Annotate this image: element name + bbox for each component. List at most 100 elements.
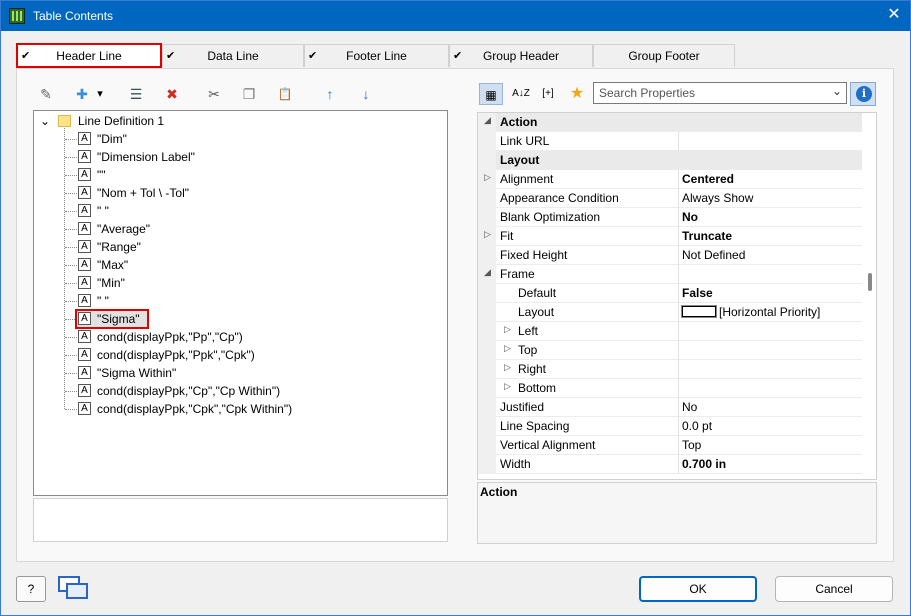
- text-field-icon: A: [78, 366, 91, 379]
- property-row[interactable]: Fixed Height Not Defined: [478, 246, 862, 265]
- text-field-icon: A: [78, 168, 91, 181]
- expand-arrow-icon[interactable]: ▷: [504, 324, 511, 335]
- property-row[interactable]: ▷ Fit Truncate: [478, 227, 862, 246]
- windows-icon[interactable]: [56, 574, 90, 602]
- tree-item[interactable]: "Max": [97, 256, 128, 274]
- tree-expander-icon[interactable]: ⌄: [40, 112, 50, 130]
- tab-data-line[interactable]: ✔ Data Line: [162, 44, 304, 67]
- wand-icon[interactable]: ✎: [36, 84, 56, 104]
- tab-footer-line[interactable]: ✔ Footer Line: [304, 44, 449, 67]
- property-row[interactable]: Line Spacing 0.0 pt: [478, 417, 862, 436]
- tab-header-line[interactable]: ✔ Header Line: [16, 43, 162, 68]
- property-category[interactable]: Layout: [478, 151, 862, 170]
- property-row[interactable]: ▷ Right: [478, 360, 862, 379]
- row-gutter: [478, 284, 496, 303]
- collapse-arrow-icon[interactable]: ◢: [484, 115, 491, 126]
- tree-item[interactable]: cond(displayPpk,"Pp","Cp"): [97, 328, 243, 346]
- tab-group-footer[interactable]: Group Footer: [593, 44, 735, 67]
- tree-item[interactable]: "Sigma": [97, 310, 140, 328]
- expand-arrow-icon[interactable]: ▷: [504, 381, 511, 392]
- property-value[interactable]: 0.0 pt: [682, 419, 712, 433]
- property-value[interactable]: Always Show: [682, 191, 753, 205]
- tree-item[interactable]: "Average": [97, 220, 150, 238]
- property-scrollbar-thumb[interactable]: [868, 273, 872, 291]
- property-row[interactable]: ▷ Alignment Centered: [478, 170, 862, 189]
- copy-icon[interactable]: ❐: [239, 84, 259, 104]
- property-value[interactable]: Centered: [682, 172, 734, 186]
- sort-alpha-icon[interactable]: A↓Z: [509, 83, 533, 105]
- text-field-icon: A: [78, 150, 91, 163]
- cancel-button[interactable]: Cancel: [775, 576, 893, 602]
- property-row[interactable]: Default False: [478, 284, 862, 303]
- text-field-icon: A: [78, 348, 91, 361]
- line-tree[interactable]: ⌄ Line Definition 1 A "Dim" A "Dimension La…: [33, 110, 448, 496]
- tree-item[interactable]: "Dim": [97, 130, 127, 148]
- property-row[interactable]: Layout [Horizontal Priority]: [478, 303, 862, 322]
- favorite-star-icon[interactable]: ★: [565, 83, 589, 105]
- expand-arrow-icon[interactable]: ▷: [484, 172, 491, 183]
- close-icon[interactable]: ✕: [884, 5, 904, 25]
- tree-item[interactable]: cond(displayPpk,"Ppk","Cpk"): [97, 346, 255, 364]
- property-value[interactable]: [Horizontal Priority]: [681, 305, 820, 319]
- column-separator: [678, 322, 679, 341]
- expand-arrow-icon[interactable]: ▷: [504, 362, 511, 373]
- property-value[interactable]: Top: [682, 438, 701, 452]
- property-value[interactable]: Truncate: [682, 229, 732, 243]
- property-row[interactable]: Width 0.700 in: [478, 455, 862, 474]
- dropdown-arrow-icon[interactable]: ▾: [94, 84, 106, 104]
- tree-item[interactable]: "": [97, 166, 106, 184]
- chevron-down-icon[interactable]: ⌄: [832, 84, 842, 98]
- categorized-view-icon[interactable]: ▦: [479, 83, 503, 105]
- row-gutter: [478, 132, 496, 151]
- property-value[interactable]: False: [682, 286, 713, 300]
- property-row[interactable]: ▷ Left: [478, 322, 862, 341]
- tree-item[interactable]: "Dimension Label": [97, 148, 195, 166]
- property-row[interactable]: Justified No: [478, 398, 862, 417]
- delete-icon[interactable]: ✖: [162, 84, 182, 104]
- property-value[interactable]: Not Defined: [682, 248, 745, 262]
- move-up-icon[interactable]: ↑: [320, 84, 340, 104]
- property-row[interactable]: ▷ Top: [478, 341, 862, 360]
- expand-all-icon[interactable]: [+]: [536, 83, 560, 105]
- tree-item[interactable]: cond(displayPpk,"Cp","Cp Within"): [97, 382, 280, 400]
- property-value[interactable]: No: [682, 400, 697, 414]
- text-field-icon: A: [78, 186, 91, 199]
- collapse-arrow-icon[interactable]: ◢: [484, 267, 491, 278]
- property-name: Layout: [500, 153, 540, 167]
- tree-item[interactable]: "Range": [97, 238, 141, 256]
- cut-icon[interactable]: ✂: [204, 84, 224, 104]
- property-row[interactable]: ▷ Bottom: [478, 379, 862, 398]
- tree-root-label[interactable]: Line Definition 1: [78, 112, 164, 130]
- tree-item[interactable]: "Min": [97, 274, 125, 292]
- help-button[interactable]: ?: [16, 576, 46, 602]
- new-item-icon[interactable]: ✚: [72, 84, 92, 104]
- info-icon: i: [856, 86, 872, 102]
- search-properties-combo[interactable]: Search Properties ⌄: [593, 82, 847, 104]
- info-button[interactable]: i: [850, 82, 876, 106]
- tree-item[interactable]: "Nom + Tol \ -Tol": [97, 184, 189, 202]
- property-value[interactable]: No: [682, 210, 698, 224]
- property-value[interactable]: 0.700 in: [682, 457, 726, 471]
- move-down-icon[interactable]: ↓: [356, 84, 376, 104]
- paste-icon[interactable]: 📋: [275, 84, 295, 104]
- property-row[interactable]: Appearance Condition Always Show: [478, 189, 862, 208]
- row-gutter: [478, 341, 496, 360]
- property-category[interactable]: ◢ Action: [478, 113, 862, 132]
- property-grid[interactable]: ◢ Action Link URL Layout ▷ Alignment Centered A…: [477, 112, 877, 480]
- tree-item[interactable]: " ": [97, 292, 109, 310]
- property-row[interactable]: Link URL: [478, 132, 862, 151]
- expand-arrow-icon[interactable]: ▷: [484, 229, 491, 240]
- property-row[interactable]: Vertical Alignment Top: [478, 436, 862, 455]
- tree-item[interactable]: cond(displayPpk,"Cpk","Cpk Within"): [97, 400, 292, 418]
- tab-group-header[interactable]: ✔ Group Header: [449, 44, 593, 67]
- row-gutter: [478, 455, 496, 474]
- expand-arrow-icon[interactable]: ▷: [504, 343, 511, 354]
- tree-item[interactable]: " ": [97, 202, 109, 220]
- row-gutter: [478, 398, 496, 417]
- tree-item[interactable]: "Sigma Within": [97, 364, 176, 382]
- column-separator: [678, 341, 679, 360]
- properties-icon[interactable]: ☰: [126, 84, 146, 104]
- ok-button[interactable]: OK: [639, 576, 757, 602]
- property-row[interactable]: ◢ Frame: [478, 265, 862, 284]
- property-row[interactable]: Blank Optimization No: [478, 208, 862, 227]
